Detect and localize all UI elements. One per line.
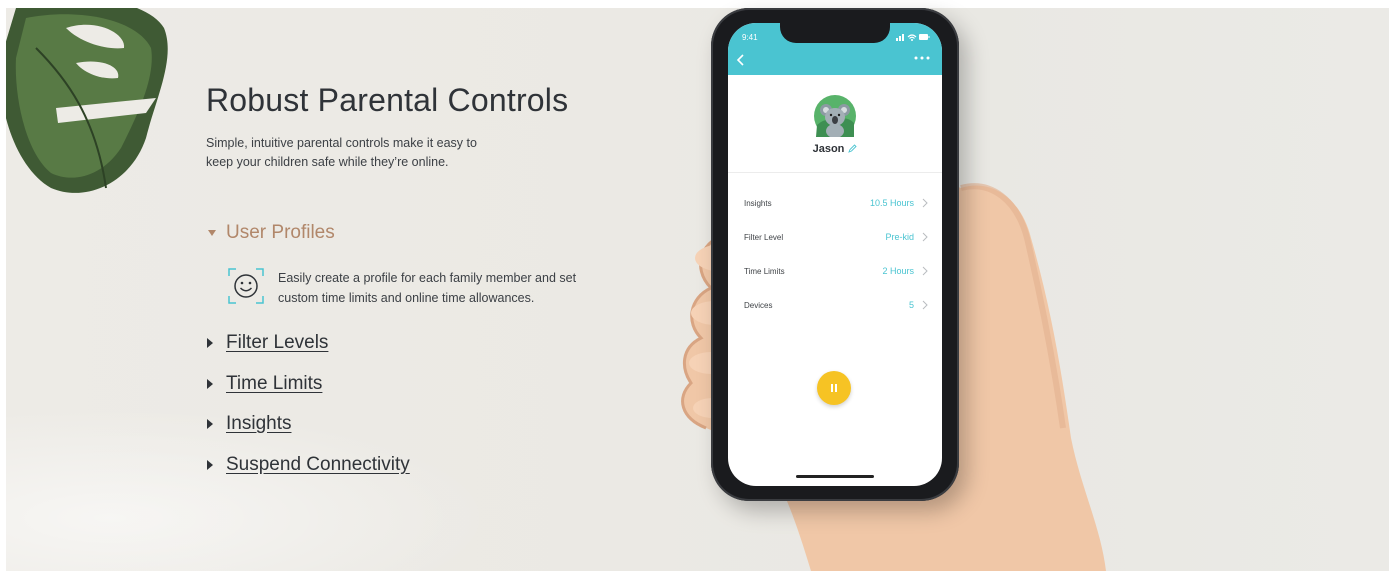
- chevron-right-icon: [207, 419, 213, 429]
- row-value-group: 5: [909, 300, 928, 310]
- row-value-group: 10.5 Hours: [870, 198, 928, 208]
- row-value-group: 2 Hours: [882, 266, 928, 276]
- monstera-leaf-icon: [6, 8, 168, 193]
- chevron-right-icon: [207, 338, 213, 348]
- chevron-right-icon: [922, 198, 928, 208]
- row-label: Filter Level: [744, 232, 784, 242]
- profile-name: Jason: [728, 143, 942, 155]
- accordion-item-suspend-connectivity[interactable]: Suspend Connectivity: [206, 454, 410, 476]
- row-label: Insights: [744, 198, 772, 208]
- koala-avatar-icon[interactable]: [814, 95, 856, 137]
- accordion-link[interactable]: Filter Levels: [226, 332, 328, 354]
- phone-notch: [780, 23, 890, 43]
- feature-detail-user-profiles: Easily create a profile for each family …: [228, 268, 598, 308]
- row-value: Pre-kid: [885, 232, 914, 242]
- row-value-group: Pre-kid: [885, 232, 928, 242]
- home-indicator: [796, 475, 874, 478]
- smiley-face-icon: [228, 268, 264, 304]
- status-time: 9:41: [742, 33, 758, 42]
- more-options-icon[interactable]: [914, 53, 930, 63]
- row-label: Devices: [744, 300, 773, 310]
- accordion-item-user-profiles[interactable]: User Profiles: [206, 222, 335, 244]
- settings-row-insights[interactable]: Insights 10.5 Hours: [728, 188, 942, 218]
- row-value: 5: [908, 300, 914, 310]
- back-arrow-icon[interactable]: [736, 53, 746, 67]
- pause-icon: [831, 384, 837, 392]
- page-title: Robust Parental Controls: [206, 82, 569, 118]
- accordion-label: User Profiles: [226, 222, 335, 243]
- page-subtitle: Simple, intuitive parental controls make…: [206, 136, 477, 169]
- profile-name-text: Jason: [812, 143, 845, 155]
- chevron-right-icon: [922, 300, 928, 310]
- accordion-link[interactable]: Time Limits: [226, 373, 322, 395]
- accordion-link[interactable]: Suspend Connectivity: [226, 454, 410, 476]
- settings-row-filter-level[interactable]: Filter Level Pre-kid: [728, 222, 942, 252]
- accordion-item-filter-levels[interactable]: Filter Levels: [206, 332, 328, 354]
- divider: [728, 172, 942, 173]
- signal-wifi-battery-icon: [896, 34, 930, 41]
- chevron-down-icon: [208, 230, 216, 236]
- feature-description: Easily create a profile for each family …: [278, 271, 577, 305]
- pencil-edit-icon[interactable]: [848, 144, 858, 153]
- chevron-right-icon: [207, 460, 213, 470]
- chevron-right-icon: [922, 266, 928, 276]
- pause-button[interactable]: [817, 371, 851, 405]
- parental-controls-banner: Robust Parental Controls Simple, intuiti…: [6, 8, 1389, 571]
- row-label: Time Limits: [744, 266, 785, 276]
- accordion-item-time-limits[interactable]: Time Limits: [206, 373, 322, 395]
- accordion-link[interactable]: Insights: [226, 413, 291, 435]
- chevron-right-icon: [922, 232, 928, 242]
- phone-mockup: 9:41 Jason Insights 10.5 Hours Filter Le…: [711, 8, 959, 501]
- phone-screen: 9:41 Jason Insights 10.5 Hours Filter Le…: [728, 23, 942, 486]
- row-value: 10.5 Hours: [869, 198, 914, 208]
- row-value: 2 Hours: [882, 266, 914, 276]
- settings-row-devices[interactable]: Devices 5: [728, 290, 942, 320]
- settings-row-time-limits[interactable]: Time Limits 2 Hours: [728, 256, 942, 286]
- accordion-item-insights[interactable]: Insights: [206, 413, 291, 435]
- chevron-right-icon: [207, 379, 213, 389]
